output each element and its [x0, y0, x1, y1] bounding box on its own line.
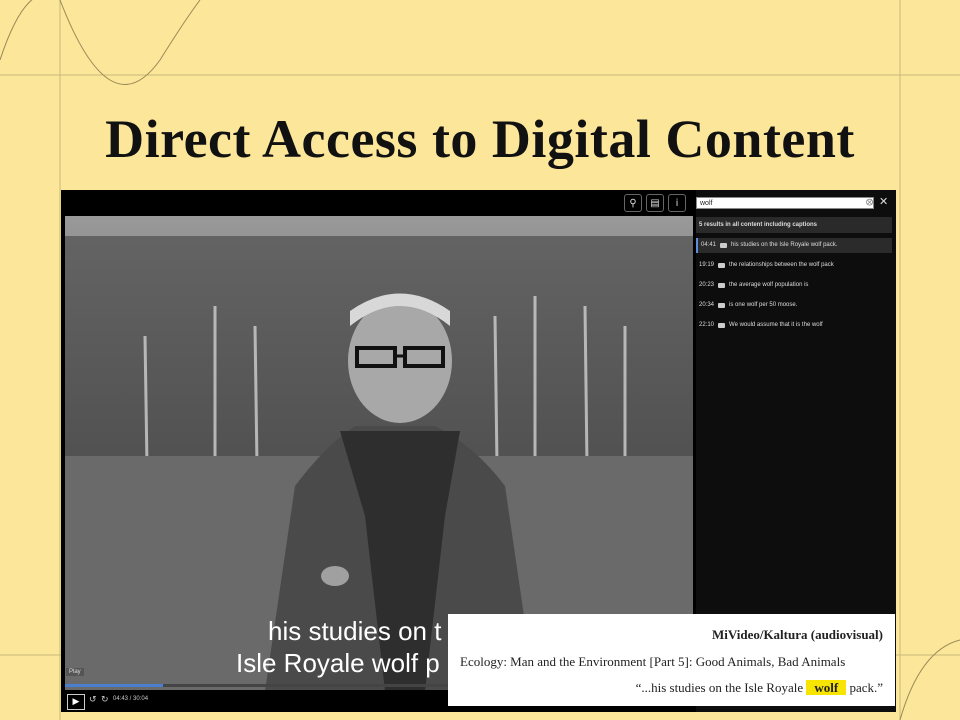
search-result[interactable]: 20:34 is one wolf per 50 moose.: [696, 298, 892, 313]
results-summary: 5 results in all content including capti…: [696, 217, 892, 233]
citation-quote: “...his studies on the Isle Royale wolf …: [636, 680, 883, 696]
captions-icon[interactable]: ▤: [646, 194, 664, 212]
play-button[interactable]: ▶: [67, 694, 85, 710]
quote-highlight: wolf: [806, 680, 847, 695]
quote-after: pack.”: [849, 680, 883, 695]
result-text: the relationships between the wolf pack: [729, 262, 834, 268]
time-display: 04:43 / 30:04: [113, 696, 149, 702]
forward-icon[interactable]: ↻: [101, 695, 109, 705]
citation-title: MiVideo/Kaltura (audiovisual): [711, 627, 883, 642]
player-toolbar: ⚲ ▤ i: [624, 194, 686, 212]
rewind-icon[interactable]: ↺: [89, 695, 97, 705]
caption-line: his studies on t: [268, 616, 442, 646]
close-icon[interactable]: ✕: [879, 195, 888, 208]
result-text: is one wolf per 50 moose.: [729, 302, 798, 308]
citation-description: Ecology: Man and the Environment [Part 5…: [460, 654, 846, 669]
result-time: 20:23: [699, 282, 715, 288]
quote-before: “...his studies on the Isle Royale: [635, 680, 804, 695]
result-text: the average wolf population is: [729, 282, 809, 288]
search-result[interactable]: 19:19 the relationships between the wolf…: [696, 258, 892, 273]
citation-box: MiVideo/Kaltura (audiovisual) Ecology: M…: [448, 614, 895, 706]
captions-icon: [720, 243, 728, 248]
search-icon[interactable]: ⚲: [624, 194, 642, 212]
captions-icon: [718, 303, 726, 308]
result-text: his studies on the Isle Royale wolf pack…: [731, 242, 838, 248]
info-icon[interactable]: i: [668, 194, 686, 212]
result-time: 20:34: [699, 302, 715, 308]
search-result[interactable]: 20:23 the average wolf population is: [696, 278, 892, 293]
slide-title: Direct Access to Digital Content: [105, 109, 855, 169]
search-result[interactable]: 04:41 his studies on the Isle Royale wol…: [696, 238, 892, 253]
captions-icon: [718, 263, 726, 268]
caption-line: Isle Royale wolf p: [236, 648, 440, 678]
result-text: We would assume that it is the wolf: [729, 322, 823, 328]
result-time: 22:10: [699, 322, 715, 328]
clear-search-icon[interactable]: ⨂: [866, 198, 873, 206]
play-tooltip: Play: [66, 668, 84, 676]
result-time: 04:41: [701, 242, 717, 248]
search-result[interactable]: 22:10 We would assume that it is the wol…: [696, 318, 892, 333]
progress-fill: [65, 684, 163, 687]
captions-icon: [718, 323, 726, 328]
search-input[interactable]: wolf: [696, 197, 874, 209]
captions-icon: [718, 283, 726, 288]
result-time: 19:19: [699, 262, 715, 268]
